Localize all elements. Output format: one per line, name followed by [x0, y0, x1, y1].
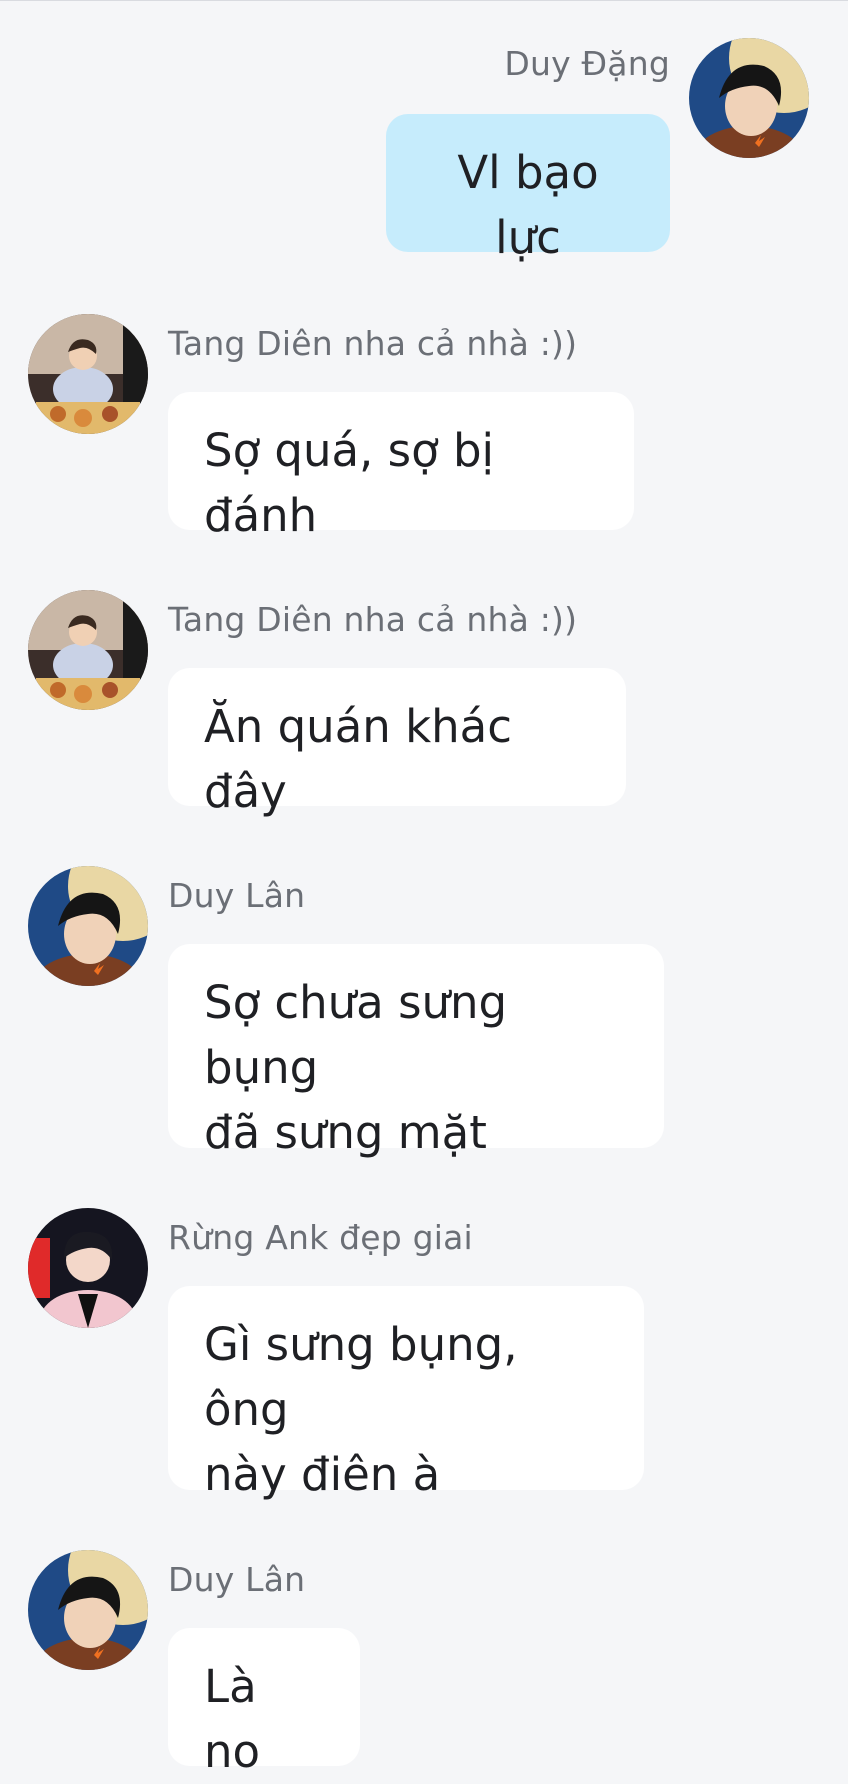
avatar[interactable] [28, 1208, 148, 1328]
top-divider [0, 0, 848, 1]
message-bubble[interactable]: Ăn quán khác đây [168, 668, 626, 818]
message-bubble[interactable]: Là no [168, 1628, 360, 1778]
avatar[interactable] [28, 314, 148, 434]
avatar-image [28, 1208, 148, 1328]
avatar[interactable] [689, 38, 809, 158]
sender-name: Tang Diên nha cả nhà :)) [168, 324, 578, 363]
avatar[interactable] [28, 1550, 148, 1670]
avatar[interactable] [28, 590, 148, 710]
sender-name: Duy Lân [168, 876, 306, 915]
sender-name: Duy Lân [168, 1560, 306, 1599]
avatar-image [28, 314, 148, 434]
sender-name: Rừng Ank đẹp giai [168, 1218, 473, 1257]
message-row: Rừng Ank đẹp giai Gì sưng bụng, ông này … [0, 1208, 848, 1508]
message-bubble[interactable]: Sợ quá, sợ bị đánh [168, 392, 634, 542]
message-bubble[interactable]: Gì sưng bụng, ông này điên à [168, 1286, 644, 1501]
avatar-image [28, 1550, 148, 1670]
avatar-image [689, 38, 809, 158]
avatar-image [28, 866, 148, 986]
avatar[interactable] [28, 866, 148, 986]
message-row: Duy Đặng Vl bạo lực [0, 38, 848, 264]
avatar-image [28, 590, 148, 710]
message-bubble[interactable]: Sợ chưa sưng bụng đã sưng mặt [168, 944, 664, 1159]
message-row: Duy Lân Sợ chưa sưng bụng đã sưng mặt [0, 866, 848, 1166]
message-bubble[interactable]: Vl bạo lực [386, 114, 670, 264]
message-row: Tang Diên nha cả nhà :)) Ăn quán khác đâ… [0, 590, 848, 818]
sender-name: Duy Đặng [504, 44, 670, 83]
sender-name: Tang Diên nha cả nhà :)) [168, 600, 578, 639]
message-row: Tang Diên nha cả nhà :)) Sợ quá, sợ bị đ… [0, 314, 848, 542]
message-row: Duy Lân Là no [0, 1550, 848, 1778]
